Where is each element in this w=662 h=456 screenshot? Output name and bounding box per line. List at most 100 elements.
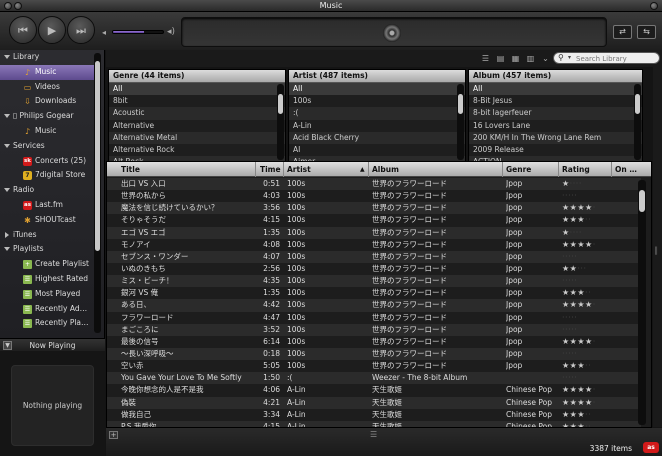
star-icon[interactable]: ·	[588, 288, 591, 297]
star-icon[interactable]: ★	[562, 410, 570, 419]
track-row[interactable]: P.S.我愛你 4:15 A-Lin 天生歌姬 Chinese Pop ★★★··	[107, 420, 641, 427]
rating-stars[interactable]: ·····	[562, 190, 577, 202]
track-row[interactable]: セブンス・ワンダー 4:07 100s 世界のフラワーロード Jpop ·····	[107, 250, 641, 263]
track-row[interactable]: いぬのきもち 2:56 100s 世界のフラワーロード Jpop ★★···	[107, 263, 641, 275]
rating-stars[interactable]: ★★★★·	[562, 239, 596, 251]
album-list-item[interactable]: 8-bit lagerfeuer	[469, 107, 642, 120]
track-row[interactable]: 出口 VS 入口 0:51 100s 世界のフラワーロード Jpop ★····	[107, 178, 641, 191]
star-icon[interactable]: ★	[562, 203, 570, 212]
search-input[interactable]	[576, 54, 658, 63]
star-icon[interactable]: ★	[562, 361, 570, 370]
star-icon[interactable]: ·	[593, 240, 596, 249]
previous-track-button[interactable]: ⏮	[9, 16, 37, 44]
track-row[interactable]: 銀河 VS 俺 1:35 100s 世界のフラワーロード Jpop ★★★··	[107, 287, 641, 299]
sidebar-item-music[interactable]: ♪ Music	[0, 64, 94, 80]
rating-stars[interactable]: ·····	[562, 312, 577, 324]
genre-list-item[interactable]: Alternative Metal	[109, 131, 285, 144]
browser-view-icon[interactable]: ▤	[494, 53, 507, 64]
cover-flow-view-icon[interactable]: ▥	[524, 53, 537, 64]
sidebar-item-concerts-25[interactable]: sk Concerts (25)	[0, 154, 94, 169]
album-grid-view-icon[interactable]: ▦	[509, 53, 522, 64]
track-row[interactable]: 做我自己 3:34 A-Lin 天生歌姬 Chinese Pop ★★★··	[107, 409, 641, 421]
sidebar-item-recently-ad[interactable]: ☰ Recently Ad…	[0, 302, 94, 317]
sidebar-item-shoutcast[interactable]: ✱ SHOUTcast	[0, 213, 94, 228]
search-field[interactable]: ⚲ ▾	[553, 52, 660, 64]
star-icon[interactable]: ·	[574, 276, 577, 285]
sidebar-item-videos[interactable]: ▭ Videos	[0, 80, 94, 95]
track-row[interactable]: 魔法を信じ続けているかい？ 3:56 100s 世界のフラワーロード Jpop ★★★★·	[107, 202, 641, 215]
sidebar-item-downloads[interactable]: ⇩ Downloads	[0, 94, 94, 109]
star-icon[interactable]: ★	[562, 385, 570, 394]
star-icon[interactable]: ★	[585, 300, 593, 309]
star-icon[interactable]: ★	[577, 240, 585, 249]
shuffle-button[interactable]: ⇆	[637, 25, 656, 39]
column-time[interactable]: Time	[260, 165, 281, 174]
rating-stars[interactable]: ★★★★·	[562, 299, 596, 311]
star-icon[interactable]: ★	[562, 300, 570, 309]
star-icon[interactable]: ★	[562, 179, 570, 188]
track-row[interactable]: モノアイ 4:08 100s 世界のフラワーロード Jpop ★★★★·	[107, 239, 641, 251]
star-icon[interactable]: ·	[574, 349, 577, 358]
rating-stars[interactable]: ★★★★·	[562, 384, 596, 396]
star-icon[interactable]: ★	[577, 385, 585, 394]
star-icon[interactable]: ·	[574, 313, 577, 322]
genre-list-item[interactable]: All	[109, 83, 285, 96]
genre-list-item[interactable]: Alternative Rock	[109, 144, 285, 156]
star-icon[interactable]: ★	[585, 398, 593, 407]
star-icon[interactable]: ·	[574, 325, 577, 334]
view-menu-icon[interactable]: ⌄	[539, 53, 552, 64]
star-icon[interactable]: ★	[577, 398, 585, 407]
star-icon[interactable]: ·	[574, 191, 577, 200]
star-icon[interactable]: ·	[593, 398, 596, 407]
sidebar-item-create-playlist[interactable]: + Create Playlist	[0, 257, 94, 272]
track-row[interactable]: ～長い深呼吸～ 0:18 100s 世界のフラワーロード Jpop ·····	[107, 347, 641, 361]
star-icon[interactable]: ★	[577, 361, 585, 370]
rating-stars[interactable]: ★····	[562, 227, 582, 239]
track-row[interactable]: ミス・ビーチ！ 4:35 100s 世界のフラワーロード Jpop ·····	[107, 275, 641, 288]
star-icon[interactable]: ·	[574, 252, 577, 261]
volume-slider[interactable]	[112, 30, 164, 34]
star-icon[interactable]: ·	[583, 264, 586, 273]
sidebar-section-philips-gogear[interactable]: ▯ Philips Gogear	[0, 109, 104, 124]
artist-list-item[interactable]: All	[289, 83, 465, 96]
star-icon[interactable]: ·	[593, 385, 596, 394]
star-icon[interactable]: ★	[585, 385, 593, 394]
search-options-icon[interactable]: ▾	[568, 54, 571, 61]
album-list-item[interactable]: 16 Lovers Lane	[469, 120, 642, 132]
track-row[interactable]: ある日、 4:42 100s 世界のフラワーロード Jpop ★★★★·	[107, 299, 641, 312]
star-icon[interactable]: ·	[588, 215, 591, 224]
rating-stars[interactable]: ★★★··	[562, 421, 591, 427]
rating-stars[interactable]: ★★···	[562, 263, 586, 275]
genre-scrollbar[interactable]	[277, 84, 284, 160]
add-source-button[interactable]: +	[109, 431, 118, 439]
sidebar-item-7digital-store[interactable]: 7 7digital Store	[0, 168, 94, 183]
album-scrollbar[interactable]	[634, 84, 641, 160]
track-row[interactable]: エゴ VS エゴ 1:35 100s 世界のフラワーロード Jpop ★····	[107, 226, 641, 239]
star-icon[interactable]: ·	[588, 361, 591, 370]
sidebar-item-most-played[interactable]: ☰ Most Played	[0, 287, 94, 302]
star-icon[interactable]: ·	[579, 228, 582, 237]
lastfm-icon[interactable]: as	[643, 442, 659, 453]
genre-header[interactable]: Genre (44 items)	[109, 70, 285, 83]
star-icon[interactable]: ★	[577, 300, 585, 309]
artist-scrollbar[interactable]	[457, 84, 464, 160]
star-icon[interactable]: ★	[577, 203, 585, 212]
star-icon[interactable]: ★	[577, 337, 585, 346]
album-scroll-thumb[interactable]	[635, 94, 640, 114]
right-panel-handle[interactable]: ║	[653, 67, 662, 427]
album-list-item[interactable]: All	[469, 83, 642, 96]
rating-stars[interactable]: ★★★★·	[562, 397, 596, 409]
next-track-button[interactable]: ⏭	[67, 16, 95, 44]
column-on-device[interactable]: On …	[615, 165, 637, 174]
artist-header[interactable]: Artist (487 items)	[289, 70, 465, 83]
artist-list-item[interactable]: :(	[289, 107, 465, 120]
star-icon[interactable]: ·	[579, 179, 582, 188]
rating-stars[interactable]: ★★★··	[562, 287, 591, 299]
star-icon[interactable]: ·	[593, 300, 596, 309]
rating-stars[interactable]: ★★★··	[562, 409, 591, 421]
column-genre[interactable]: Genre	[506, 165, 531, 174]
track-row[interactable]: 今晚你想念的人是不是我 4:06 A-Lin 天生歌姬 Chinese Pop ★★★★·	[107, 384, 641, 396]
artist-scroll-thumb[interactable]	[458, 94, 463, 114]
column-rating[interactable]: Rating	[562, 165, 590, 174]
sidebar-section-radio[interactable]: Radio	[0, 183, 104, 198]
